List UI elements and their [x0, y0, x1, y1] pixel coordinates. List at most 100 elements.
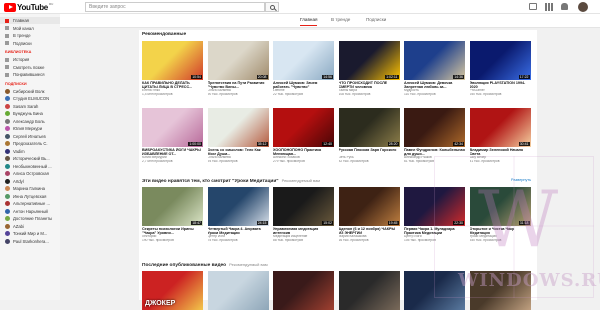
- video-thumbnail[interactable]: 18:47: [142, 187, 203, 226]
- video-title[interactable]: Алексей Шумков: Зачем работать "Чувство": [273, 81, 334, 89]
- tab-trending[interactable]: В тренде: [331, 17, 350, 22]
- sidebar-item[interactable]: Тонкий Мир и М...: [0, 230, 60, 237]
- video-title[interactable]: Павел Фундрянов: Колыбельная для души...: [404, 148, 465, 156]
- video-card[interactable]: 15:02 Управляемая медитация интенсив Медит…: [273, 187, 334, 243]
- video-title[interactable]: Открытие и Чистка Чакр Медитация: [470, 227, 531, 235]
- video-thumbnail[interactable]: 17:22: [469, 41, 531, 80]
- video-thumbnail[interactable]: [207, 271, 269, 310]
- video-card[interactable]: 10:54 КАК ПРАВИЛЬНО ДЕЛАТЬ ЦИТАТЫ ЛИЦА В …: [142, 41, 203, 97]
- expand-link[interactable]: Развернуть: [511, 178, 531, 182]
- sidebar-item[interactable]: Достояние Планеты: [0, 215, 60, 222]
- video-thumbnail[interactable]: ДЖОКЕР: [142, 271, 203, 310]
- video-card[interactable]: 14:36 Алексей Шумков: Девочка Запретная л…: [404, 41, 465, 97]
- video-card[interactable]: 22:30 Первая Чакра 1. Муладхара Практика …: [404, 187, 465, 243]
- search-button[interactable]: [265, 2, 279, 12]
- video-thumbnail[interactable]: 20:08: [207, 41, 269, 80]
- video-thumbnail[interactable]: 10:54: [142, 41, 203, 80]
- video-card[interactable]: 35:12 Осень со смыслом: Тело Как Мозг Душ…: [207, 108, 269, 164]
- video-thumbnail[interactable]: 28:20: [338, 108, 400, 147]
- video-thumbnail[interactable]: 31:18: [469, 187, 531, 226]
- sidebar-item[interactable]: Юлия Меркури: [0, 125, 60, 132]
- video-title[interactable]: КАК ПРАВИЛЬНО ДЕЛАТЬ ЦИТАТЫ ЛИЦА В СТРЕС…: [142, 81, 203, 89]
- video-title[interactable]: Адепон (6 и 12 ноября) ЧАКРЫ ИЗ ЭНЕРГИИ: [339, 227, 400, 235]
- video-title[interactable]: Препятствия на Пути Развития "Чувство Ви…: [208, 81, 269, 89]
- sidebar-item[interactable]: Антон Нарьянный: [0, 208, 60, 215]
- sidebar-item[interactable]: Александр Боль: [0, 118, 60, 125]
- upload-icon[interactable]: [529, 3, 537, 10]
- video-card[interactable]: 30:41 Владимир Зеленский Начало Света Шоу …: [469, 108, 531, 164]
- sidebar-item[interactable]: Главная: [0, 17, 60, 24]
- sidebar-item[interactable]: Бунджунь Бина: [0, 110, 60, 117]
- video-title[interactable]: Управляемая медитация интенсив: [273, 227, 334, 235]
- sidebar-item[interactable]: Инна Лутцевская: [0, 193, 60, 200]
- video-card[interactable]: 12:40 ХООПОНОПОНО Практика Меняющая... Але…: [273, 108, 334, 164]
- sidebar-item[interactable]: В тренде: [0, 32, 60, 39]
- video-thumbnail[interactable]: 24:15: [207, 187, 269, 226]
- sidebar-item[interactable]: Предсказатель С.: [0, 140, 60, 147]
- video-title[interactable]: Владимир Зеленский Начало Света: [470, 148, 531, 156]
- video-card[interactable]: 14:56 Алексей Шумков: Зачем работать "Чув…: [273, 41, 334, 97]
- video-card[interactable]: [404, 271, 465, 310]
- sidebar-item[interactable]: Необыкновенный ...: [0, 163, 60, 170]
- sidebar-item[interactable]: Vadim: [0, 148, 60, 155]
- video-thumbnail[interactable]: 19:45: [338, 187, 400, 226]
- video-card[interactable]: [273, 271, 334, 310]
- video-card[interactable]: 1:02:11 ЧТО ПРОИСХОДИТ ПОСЛЕ СМЕРТИ челов…: [338, 41, 400, 97]
- video-title[interactable]: Осень со смыслом: Тело Как Мозг Души...: [208, 148, 269, 156]
- video-card[interactable]: 31:18 Открытие и Чистка Чакр Медитация Уро…: [469, 187, 531, 243]
- video-title[interactable]: Секреты психологии Ирины "Чакра" Уровни.…: [142, 227, 203, 235]
- video-title[interactable]: Алексей Шумков: Девочка Запретная любовь…: [404, 81, 465, 89]
- sidebar-item[interactable]: Подписки: [0, 40, 60, 47]
- sidebar-item[interactable]: AZabi: [0, 223, 60, 230]
- sidebar-item[interactable]: Сергей Игнатьев: [0, 133, 60, 140]
- sidebar-item[interactable]: История: [0, 56, 60, 63]
- video-thumbnail[interactable]: 12:40: [273, 108, 334, 147]
- video-title[interactable]: Эволюция PLAYSTATION 1994-2020: [470, 81, 531, 89]
- video-title[interactable]: Русская Плоская Заря Горского: [339, 148, 400, 156]
- tab-subscriptions[interactable]: Подписки: [366, 17, 386, 22]
- video-card[interactable]: 1:00:00 ВИБРОАКУСТИКА ЙОГИ ЧАКРЫ ИЗБАВЛЕН…: [142, 108, 203, 164]
- video-thumbnail[interactable]: 30:41: [469, 108, 531, 147]
- video-thumbnail[interactable]: 22:30: [404, 187, 465, 226]
- video-thumbnail[interactable]: [338, 271, 400, 310]
- avatar[interactable]: [578, 2, 588, 12]
- video-card[interactable]: [207, 271, 269, 310]
- video-thumbnail[interactable]: [404, 271, 465, 310]
- video-title[interactable]: ВИБРОАКУСТИКА ЙОГИ ЧАКРЫ ИЗБАВЛЕНИЕ ОТ..…: [142, 148, 203, 156]
- video-thumbnail[interactable]: 14:36: [404, 41, 465, 80]
- video-thumbnail[interactable]: [273, 271, 334, 310]
- video-thumbnail[interactable]: 1:02:11: [338, 41, 400, 80]
- sidebar-item[interactable]: Альтернативные ...: [0, 200, 60, 207]
- sidebar-item[interactable]: Мой канал: [0, 25, 60, 32]
- sidebar-item[interactable]: Смотреть позже: [0, 64, 60, 71]
- sidebar-item[interactable]: Sasam Sarah: [0, 103, 60, 110]
- video-card[interactable]: 20:08 Препятствия на Пути Развития "Чувст…: [207, 41, 269, 97]
- video-card[interactable]: [338, 271, 400, 310]
- sidebar-item[interactable]: Сибирский Волк: [0, 88, 60, 95]
- video-card[interactable]: 42:34 Павел Фундрянов: Колыбельная для ду…: [404, 108, 465, 164]
- video-title[interactable]: ЧТО ПРОИСХОДИТ ПОСЛЕ СМЕРТИ человека: [339, 81, 400, 89]
- video-card[interactable]: 19:45 Адепон (6 и 12 ноября) ЧАКРЫ ИЗ ЭНЕ…: [338, 187, 400, 243]
- tab-home[interactable]: Главная: [300, 17, 318, 26]
- apps-icon[interactable]: [545, 3, 553, 11]
- video-card[interactable]: 28:20 Русская Плоская Заря Горского Четь Р…: [338, 108, 400, 164]
- video-title[interactable]: Первая Чакра 1. Муладхара Практика Медит…: [404, 227, 465, 235]
- video-thumbnail[interactable]: 14:56: [273, 41, 334, 80]
- video-thumbnail[interactable]: 15:02: [273, 187, 334, 226]
- youtube-logo[interactable]: YouTube RU: [4, 2, 53, 12]
- video-title[interactable]: ХООПОНОПОНО Практика Меняющая...: [273, 148, 334, 156]
- sidebar-item[interactable]: Artdyl: [0, 178, 60, 185]
- search-input[interactable]: Введите запрос: [85, 2, 265, 12]
- video-title[interactable]: Четвертый Чакра 4. Аюрвата Уроки Медитац…: [208, 227, 269, 235]
- video-card[interactable]: 17:22 Эволюция PLAYSTATION 1994-2020 ProGa…: [469, 41, 531, 97]
- video-thumbnail[interactable]: 42:34: [404, 108, 465, 147]
- video-thumbnail[interactable]: 1:00:00: [142, 108, 203, 147]
- video-card[interactable]: 18:47 Секреты психологии Ирины "Чакра" Ур…: [142, 187, 203, 243]
- sidebar-item[interactable]: Исторический Вь...: [0, 155, 60, 162]
- video-card[interactable]: ДЖОКЕР: [142, 271, 203, 310]
- sidebar-item[interactable]: Paul Starkonhera...: [0, 238, 60, 245]
- bell-icon[interactable]: [561, 3, 568, 10]
- sidebar-item[interactable]: Понравившиеся: [0, 71, 60, 78]
- sidebar-item[interactable]: Марина Галкина: [0, 185, 60, 192]
- sidebar-item[interactable]: Студия ELMUCON: [0, 95, 60, 102]
